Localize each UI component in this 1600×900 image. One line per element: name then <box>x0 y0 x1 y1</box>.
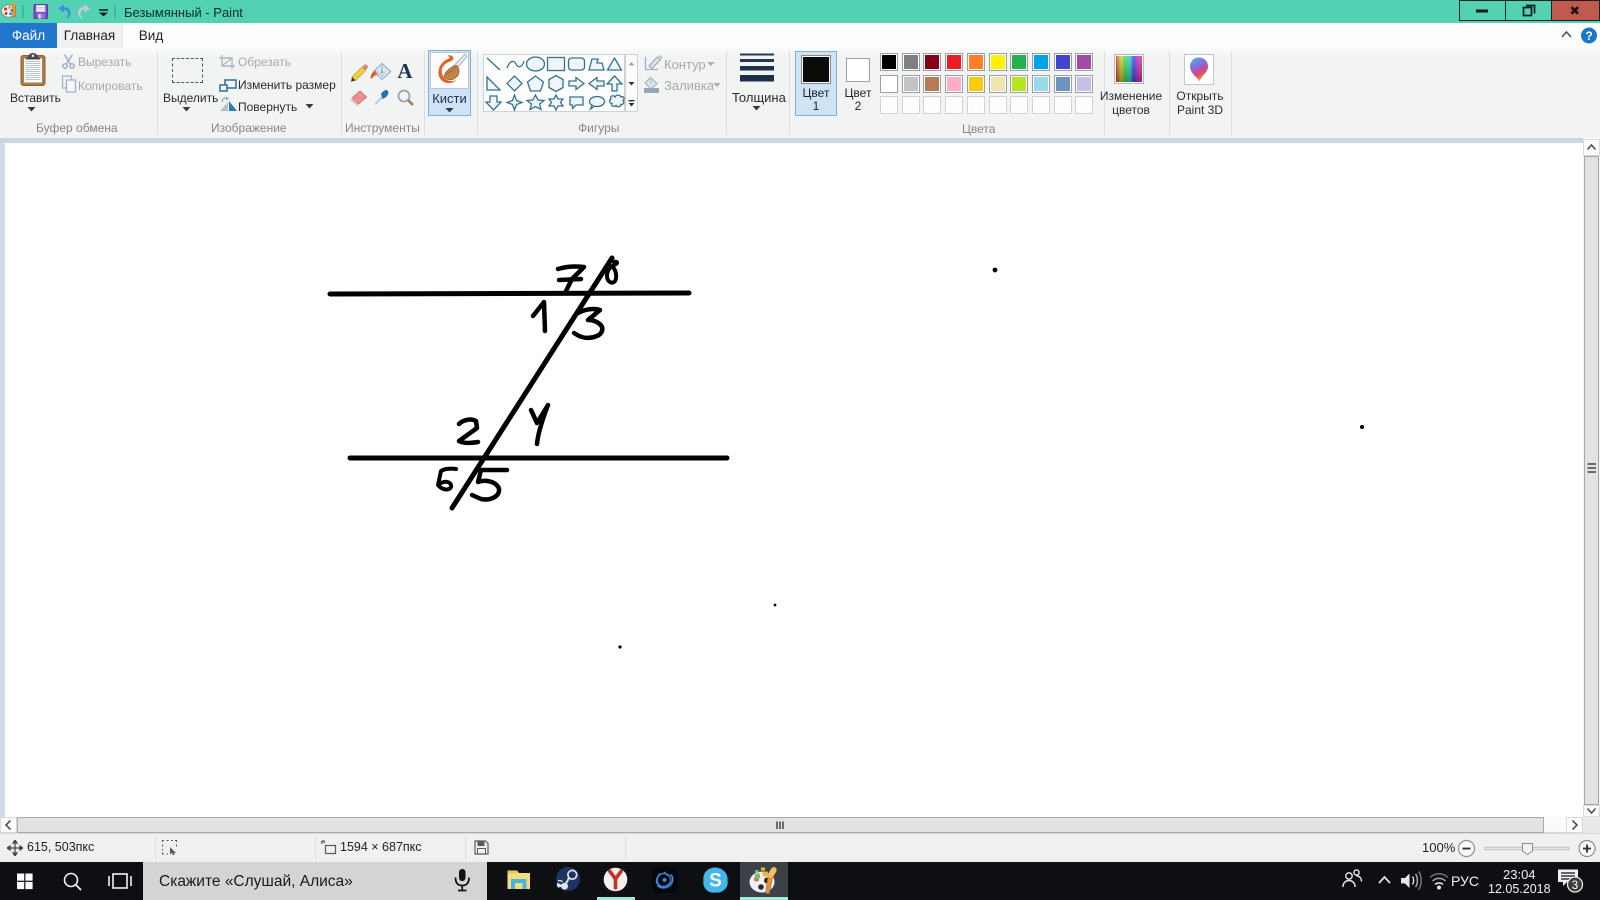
svg-text:A: A <box>397 59 413 83</box>
svg-text:3: 3 <box>1572 880 1578 892</box>
svg-text:12.05.2018: 12.05.2018 <box>1488 882 1551 896</box>
svg-text:РУС: РУС <box>1451 873 1479 889</box>
svg-text:23:04: 23:04 <box>1503 867 1536 882</box>
svg-text:?: ? <box>1585 29 1592 43</box>
svg-text:S: S <box>709 871 722 892</box>
